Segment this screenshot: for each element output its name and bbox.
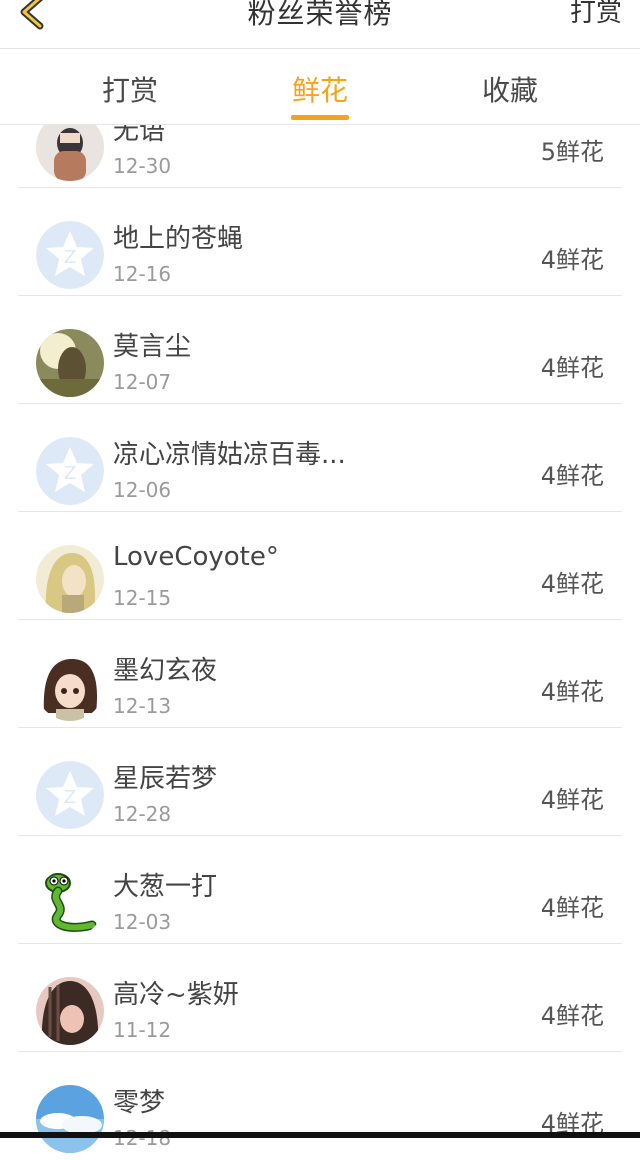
flower-count: 4鲜花 (540, 786, 604, 814)
flower-count: 4鲜花 (540, 354, 604, 382)
user-name: 地上的苍蝇 (113, 224, 244, 254)
list-item[interactable]: LoveCoyote° 12-15 4鲜花 (0, 512, 640, 620)
flower-count: 4鲜花 (540, 462, 604, 490)
avatar (36, 1085, 104, 1153)
ranking-list: 无语 12-30 5鲜花 Z 地上的苍蝇 12-16 4鲜花 莫言尘 12-07… (0, 80, 640, 1160)
date: 12-07 (113, 370, 172, 394)
tab-reward[interactable]: 打赏 (50, 69, 210, 109)
list-item[interactable]: 高冷~紫妍 11-12 4鲜花 (0, 944, 640, 1052)
tab-flowers[interactable]: 鲜花 (240, 69, 400, 109)
reward-button[interactable]: 打赏 (570, 0, 622, 29)
user-name: 高冷~紫妍 (113, 980, 239, 1010)
avatar (36, 653, 104, 721)
user-name: 星辰若梦 (113, 764, 218, 794)
user-name: 墨幻玄夜 (113, 656, 218, 686)
top-bar: 粉丝荣誉榜 打赏 (0, 0, 640, 49)
user-name: LoveCoyote° (113, 542, 279, 572)
date: 12-03 (113, 910, 172, 934)
avatar (36, 329, 104, 397)
tab-bar: 打赏 鲜花 收藏 (0, 49, 640, 125)
list-item[interactable]: 零梦 12-18 4鲜花 (0, 1052, 640, 1160)
date: 12-18 (113, 1126, 172, 1150)
flower-count: 4鲜花 (540, 894, 604, 922)
active-tab-indicator (291, 115, 349, 120)
svg-text:Z: Z (64, 247, 76, 268)
flower-count: 4鲜花 (540, 1002, 604, 1030)
avatar (36, 869, 104, 937)
flower-count: 4鲜花 (540, 246, 604, 274)
date: 12-06 (113, 478, 172, 502)
user-name: 大葱一打 (113, 872, 218, 902)
date: 12-16 (113, 262, 172, 286)
date: 12-15 (113, 586, 172, 610)
default-avatar: Z (36, 221, 104, 289)
flower-count: 4鲜花 (540, 570, 604, 598)
user-name: 莫言尘 (113, 332, 192, 362)
list-item[interactable]: 墨幻玄夜 12-13 4鲜花 (0, 620, 640, 728)
user-name: 零梦 (113, 1088, 166, 1118)
list-item[interactable]: 莫言尘 12-07 4鲜花 (0, 296, 640, 404)
svg-text:Z: Z (64, 787, 76, 808)
date: 11-12 (113, 1018, 172, 1042)
list-item[interactable]: Z 星辰若梦 12-28 4鲜花 (0, 728, 640, 836)
date: 12-28 (113, 802, 172, 826)
default-avatar: Z (36, 437, 104, 505)
avatar (36, 977, 104, 1045)
tab-favorites[interactable]: 收藏 (430, 69, 590, 109)
default-avatar: Z (36, 761, 104, 829)
flower-count: 4鲜花 (540, 678, 604, 706)
list-item[interactable]: Z 凉心凉情姑凉百毒... 12-06 4鲜花 (0, 404, 640, 512)
svg-text:Z: Z (64, 463, 76, 484)
list-item[interactable]: 大葱一打 12-03 4鲜花 (0, 836, 640, 944)
avatar (36, 545, 104, 613)
date: 12-30 (113, 154, 172, 178)
flower-count: 5鲜花 (540, 138, 604, 166)
date: 12-13 (113, 694, 172, 718)
bottom-edge (0, 1132, 640, 1138)
page-title: 粉丝荣誉榜 (247, 0, 393, 30)
list-item[interactable]: Z 地上的苍蝇 12-16 4鲜花 (0, 188, 640, 296)
user-name: 凉心凉情姑凉百毒... (113, 440, 346, 470)
